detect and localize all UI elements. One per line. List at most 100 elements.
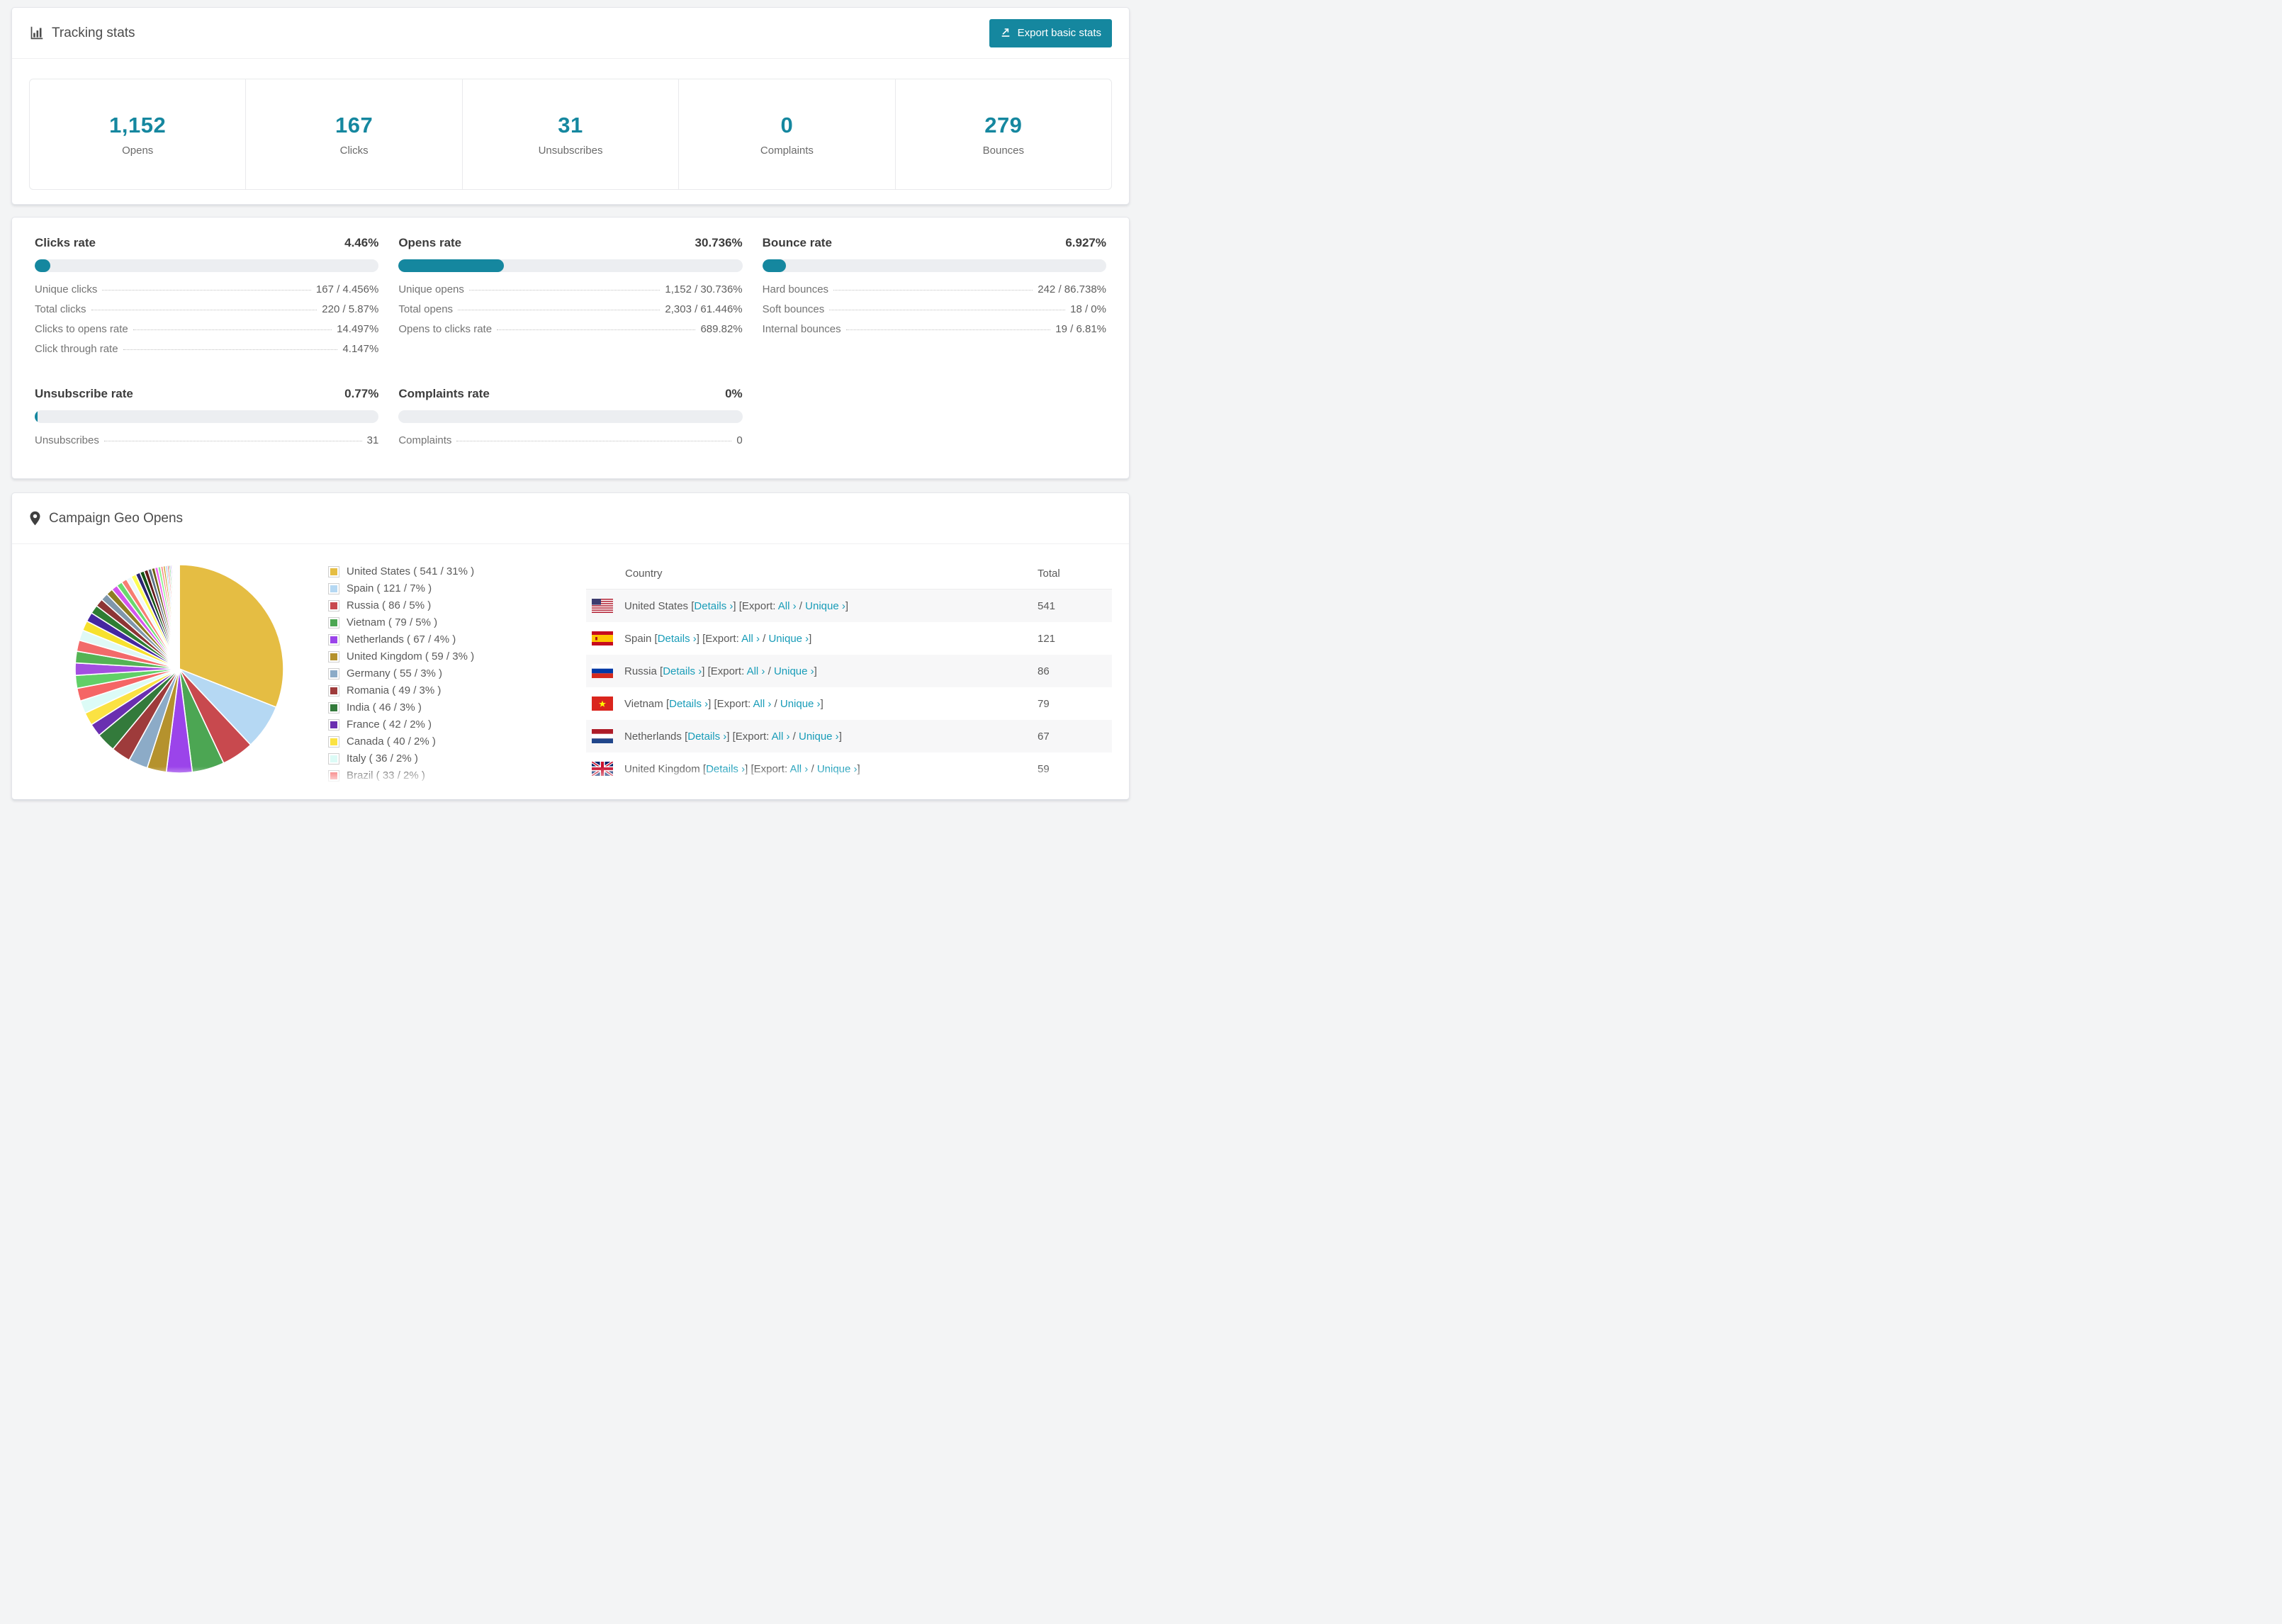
flag-de-icon [592,794,613,799]
rate-row: Total opens 2,303 / 61.446% [398,303,743,315]
flag-ru-icon [592,664,613,678]
dotted-leader [845,329,1051,330]
location-pin-icon [29,511,41,526]
progress-fill [35,259,50,272]
export-all-link[interactable]: All › [772,731,790,743]
summary-stats-row: 1,152 Opens 167 Clicks 31 Unsubscribes 0… [29,79,1112,190]
legend-item: Vietnam ( 79 / 5% ) [328,616,552,628]
table-row-us: United States [Details ›] [Export: All ›… [586,590,1112,622]
table-row-gb: United Kingdom [Details ›] [Export: All … [586,752,1112,785]
details-link[interactable]: Details › [658,633,697,645]
total-value: 67 [1038,730,1050,743]
geo-title: Campaign Geo Opens [49,510,184,526]
stat-label: Opens [122,144,154,157]
stat-bounces: 279 Bounces [896,79,1111,189]
column-header-country: Country [625,568,663,580]
legend-swatch-icon [328,565,339,577]
progress-bar [398,410,743,423]
legend-swatch-icon [328,684,339,697]
details-link[interactable]: Details › [706,763,745,775]
page-title: Tracking stats [52,25,135,40]
geo-table-header: Country Total [586,558,1112,590]
bar-chart-icon [29,26,44,40]
dotted-leader [123,349,338,350]
export-all-link[interactable]: All › [741,633,760,645]
export-unique-link[interactable]: Unique › [799,731,839,743]
rate-row: Opens to clicks rate 689.82% [398,323,743,335]
export-unique-link[interactable]: Unique › [774,665,814,677]
rate-row: Hard bounces 242 / 86.738% [762,283,1106,295]
table-row-de: Germany [Details ›] [Export: All › / Uni… [586,785,1112,800]
export-all-link[interactable]: All › [778,600,797,612]
export-unique-link[interactable]: Unique › [817,763,858,775]
legend-item: United States ( 541 / 31% ) [328,565,552,577]
rate-block-bounce-rate: Bounce rate 6.927% Hard bounces 242 / 86… [762,236,1106,335]
geo-table: Country Total United States [Details ›] … [586,558,1112,800]
legend-swatch-icon [328,633,339,645]
campaign-geo-opens-card: Campaign Geo Opens United States ( 541 /… [11,492,1130,800]
progress-bar [398,259,743,272]
rate-row: Click through rate 4.147% [35,343,379,355]
tracking-stats-title-group: Tracking stats [29,26,135,41]
export-all-link[interactable]: All › [747,665,765,677]
table-row-nl: Netherlands [Details ›] [Export: All › /… [586,720,1112,752]
stat-value: 0 [780,112,794,137]
rate-row: Unique opens 1,152 / 30.736% [398,283,743,295]
legend-swatch-icon [328,769,339,782]
legend-swatch-icon [328,582,339,594]
flag-es-icon [592,631,613,645]
stat-opens: 1,152 Opens [30,79,247,189]
legend-item: Romania ( 49 / 3% ) [328,684,552,697]
details-link[interactable]: Details › [674,796,713,800]
rate-row: Internal bounces 19 / 6.81% [762,323,1106,335]
export-unique-link[interactable]: Unique › [785,796,826,800]
legend-item: Netherlands ( 67 / 4% ) [328,633,552,645]
legend-swatch-icon [328,786,339,799]
export-basic-stats-button[interactable]: Export basic stats [989,18,1112,47]
stat-value: 167 [335,112,373,137]
export-all-link[interactable]: All › [758,796,776,800]
stat-label: Clicks [339,144,369,157]
legend-swatch-icon [328,616,339,628]
dotted-leader [497,329,696,330]
details-link[interactable]: Details › [663,665,702,677]
export-icon [1000,26,1011,40]
dotted-leader [833,290,1033,291]
rates-card: Clicks rate 4.46% Unique clicks 167 / 4.… [11,217,1130,479]
details-link[interactable]: Details › [694,600,733,612]
rate-block-complaints-rate: Complaints rate 0% Complaints 0 [398,387,743,446]
table-row-ru: Russia [Details ›] [Export: All › / Uniq… [586,655,1112,687]
total-value: 55 [1038,796,1112,800]
rates-grid: Clicks rate 4.46% Unique clicks 167 / 4.… [12,218,1129,454]
stat-complaints: 0 Complaints [679,79,896,189]
export-all-link[interactable]: All › [789,763,808,775]
export-unique-link[interactable]: Unique › [805,600,845,612]
stat-value: 31 [558,112,583,137]
export-unique-link[interactable]: Unique › [780,698,821,710]
details-link[interactable]: Details › [669,698,708,710]
rate-row: Unique clicks 167 / 4.456% [35,283,379,295]
legend-swatch-icon [328,650,339,662]
flag-us-icon [592,599,613,613]
details-link[interactable]: Details › [687,731,726,743]
table-row-es: Spain [Details ›] [Export: All › / Uniqu… [586,622,1112,655]
legend-swatch-icon [328,735,339,748]
stat-label: Unsubscribes [538,144,603,157]
export-all-link[interactable]: All › [753,698,772,710]
tracking-stats-card: Tracking stats Export basic stats 1,152 … [11,7,1130,205]
rate-block-unsubscribe-rate: Unsubscribe rate 0.77% Unsubscribes 31 [35,387,379,446]
legend-item: South Africa ( 29 / 2% ) [328,786,552,799]
dotted-leader [468,290,661,291]
rate-row: Clicks to opens rate 14.497% [35,323,379,335]
legend-swatch-icon [328,718,339,731]
legend-swatch-icon [328,752,339,765]
geo-title-group: Campaign Geo Opens [29,511,183,526]
geo-table-body: United States [Details ›] [Export: All ›… [586,590,1112,800]
export-unique-link[interactable]: Unique › [768,633,809,645]
progress-fill [35,410,38,423]
total-value: 59 [1038,762,1050,775]
stat-unsubscribes: 31 Unsubscribes [463,79,680,189]
stat-value: 1,152 [109,112,167,137]
dotted-leader [133,329,332,330]
geo-legend: United States ( 541 / 31% ) Spain ( 121 … [328,565,552,799]
